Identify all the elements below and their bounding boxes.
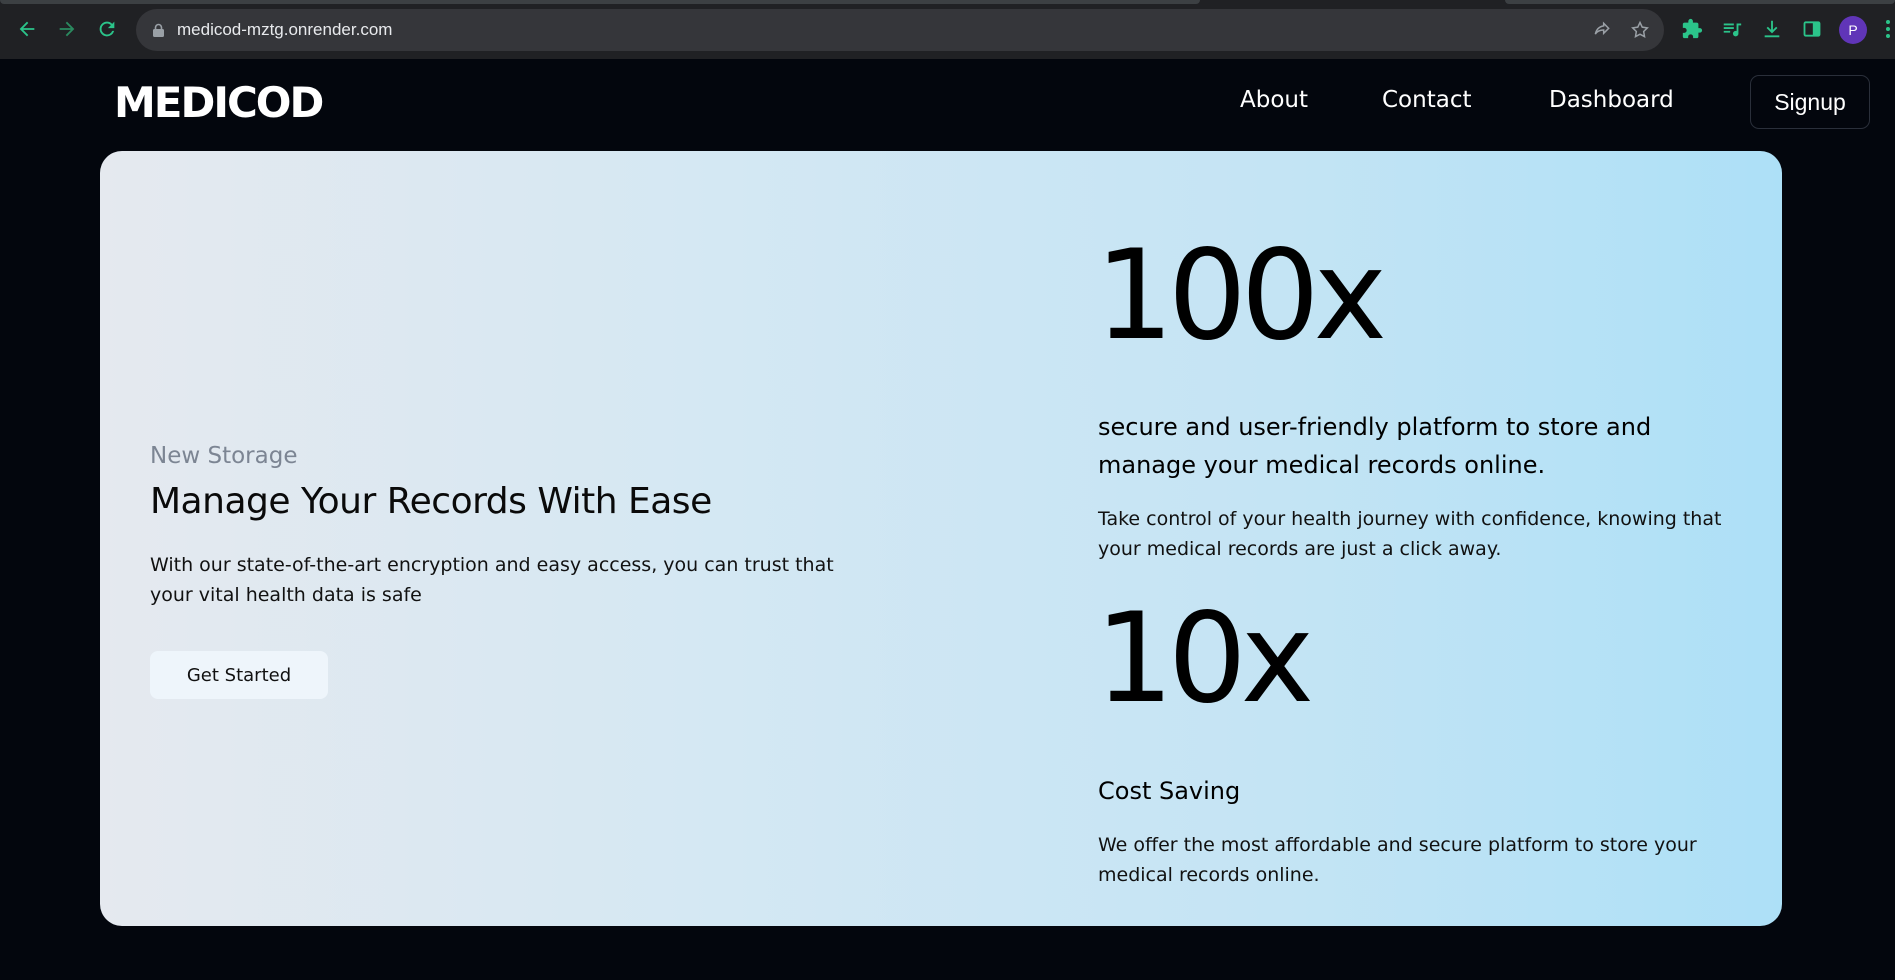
nav-about-link[interactable]: About: [1240, 87, 1308, 113]
side-panel-icon[interactable]: [1799, 16, 1825, 42]
hero-eyebrow: New Storage: [150, 443, 298, 469]
media-playlist-icon[interactable]: [1719, 16, 1745, 42]
download-icon[interactable]: [1759, 16, 1785, 42]
stat-value: 10x: [1095, 587, 1314, 731]
get-started-button[interactable]: Get Started: [150, 651, 328, 699]
extensions-puzzle-icon[interactable]: [1679, 16, 1705, 42]
nav-dashboard-link[interactable]: Dashboard: [1549, 87, 1674, 113]
hero-headline: Manage Your Records With Ease: [150, 481, 712, 522]
signup-button[interactable]: Signup: [1750, 75, 1870, 129]
active-tab-edge[interactable]: [0, 0, 1200, 4]
stat-description: We offer the most affordable and secure …: [1098, 834, 1697, 886]
reload-button[interactable]: [92, 14, 122, 44]
address-bar[interactable]: medicod-mztg.onrender.com: [136, 9, 1664, 51]
stat-title: Cost Saving: [1098, 777, 1241, 805]
stat-title: secure and user-friendly platform to sto…: [1098, 413, 1652, 479]
browser-toolbar: medicod-mztg.onrender.com P: [0, 0, 1895, 59]
arrow-left-icon: [19, 21, 35, 37]
inactive-tab-edge[interactable]: [1505, 0, 1895, 4]
site-header: MEDICOD About Contact Dashboard Signup: [0, 59, 1895, 151]
stat-description: Take control of your health journey with…: [1098, 508, 1722, 560]
lock-icon[interactable]: [148, 20, 168, 40]
back-button[interactable]: [12, 14, 42, 44]
more-menu-icon[interactable]: [1880, 16, 1895, 42]
site-logo[interactable]: MEDICOD: [114, 78, 324, 127]
reload-icon: [99, 21, 115, 37]
stat-value: 100x: [1095, 224, 1387, 368]
bookmark-star-icon[interactable]: [1630, 20, 1650, 40]
tab-strip: [0, 0, 1895, 9]
url-text[interactable]: medicod-mztg.onrender.com: [177, 20, 392, 40]
hero-card: New Storage Manage Your Records With Eas…: [100, 151, 1782, 926]
forward-button[interactable]: [52, 14, 82, 44]
arrow-right-icon: [59, 21, 75, 37]
share-icon[interactable]: [1592, 20, 1612, 40]
nav-contact-link[interactable]: Contact: [1382, 87, 1471, 113]
profile-avatar[interactable]: P: [1839, 16, 1867, 44]
hero-lead: With our state-of-the-art encryption and…: [150, 554, 834, 606]
